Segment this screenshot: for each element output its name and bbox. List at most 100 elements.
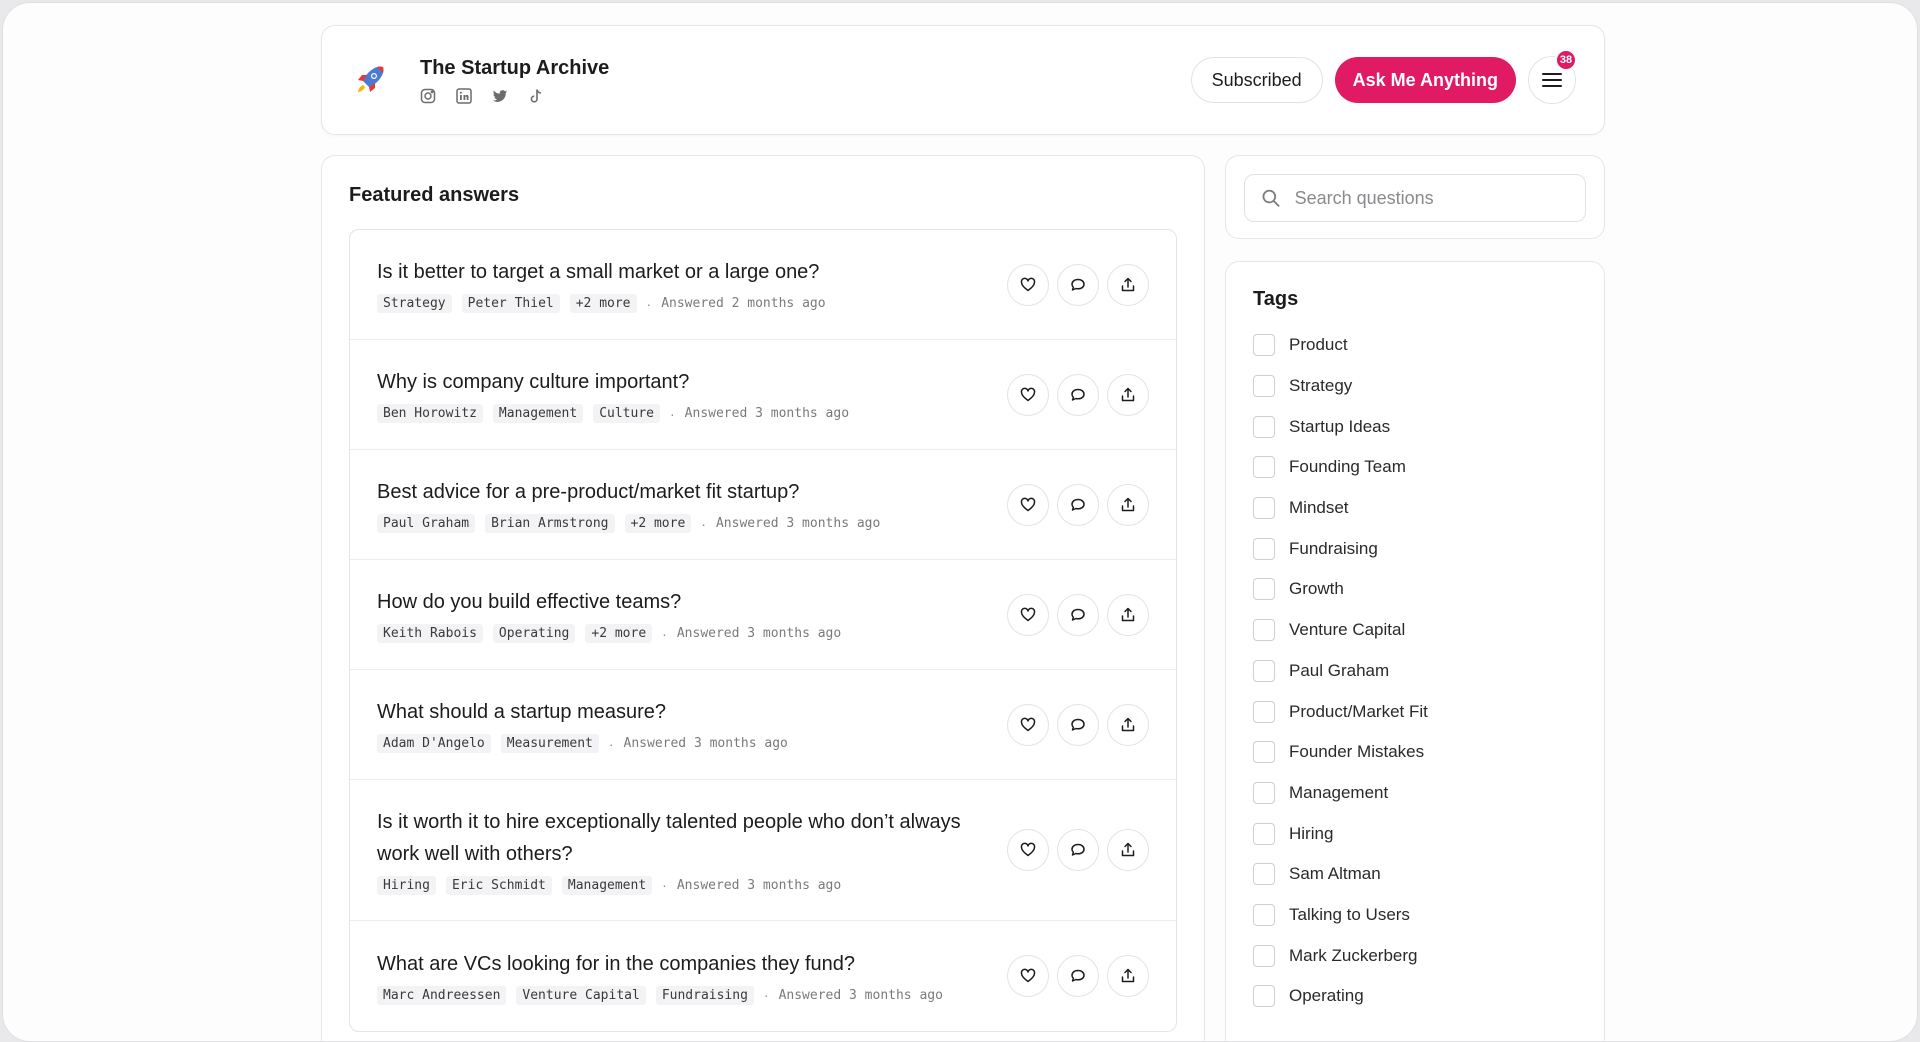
tag-filter-item[interactable]: Talking to Users (1253, 895, 1577, 936)
question-row[interactable]: How do you build effective teams? Keith R… (350, 560, 1176, 670)
comment-button[interactable] (1057, 373, 1099, 416)
question-tag[interactable]: Eric Schmidt (445, 875, 552, 895)
question-tag[interactable]: Peter Thiel (461, 294, 560, 313)
tag-checkbox[interactable] (1253, 578, 1275, 601)
like-button[interactable] (1007, 373, 1049, 416)
question-tag[interactable]: Strategy (377, 294, 452, 313)
like-button[interactable] (1007, 483, 1049, 526)
tiktok-icon[interactable] (528, 88, 544, 104)
question-row[interactable]: What are VCs looking for in the companie… (350, 921, 1176, 1031)
question-tag[interactable]: +2 more (585, 624, 653, 643)
question-tag[interactable]: Brian Armstrong (485, 514, 615, 533)
question-tag[interactable]: Fundraising (655, 985, 754, 1005)
tag-checkbox[interactable] (1253, 334, 1275, 357)
question-row[interactable]: What should a startup measure? Adam D'Ang… (350, 670, 1176, 780)
question-title[interactable]: Is it worth it to hire exceptionally tal… (377, 806, 997, 870)
tag-checkbox[interactable] (1253, 863, 1275, 886)
question-tag[interactable]: Management (561, 875, 653, 895)
tag-checkbox[interactable] (1253, 456, 1275, 479)
tag-filter-item[interactable]: Founder Mistakes (1253, 732, 1577, 773)
twitter-icon[interactable] (492, 88, 508, 104)
tag-checkbox[interactable] (1253, 822, 1275, 845)
like-button[interactable] (1007, 263, 1049, 306)
linkedin-icon[interactable] (456, 87, 472, 104)
share-button[interactable] (1107, 483, 1149, 526)
tag-filter-item[interactable]: Mark Zuckerberg (1253, 935, 1577, 976)
subscribed-button[interactable]: Subscribed (1190, 57, 1323, 103)
question-tag[interactable]: Venture Capital (516, 985, 646, 1005)
tag-checkbox[interactable] (1253, 741, 1275, 764)
tag-filter-item[interactable]: Venture Capital (1253, 610, 1577, 651)
site-header: The Startup Archive Subscribed Ask Me An… (321, 25, 1605, 135)
question-tag[interactable]: +2 more (569, 294, 637, 313)
tag-filter-item[interactable]: Startup Ideas (1253, 406, 1577, 447)
share-button[interactable] (1107, 593, 1149, 636)
question-title[interactable]: Why is company culture important? (377, 366, 997, 398)
tag-checkbox[interactable] (1253, 415, 1275, 438)
tag-filter-item[interactable]: Fundraising (1253, 528, 1577, 569)
tag-filter-item[interactable]: Strategy (1253, 366, 1577, 407)
tag-checkbox[interactable] (1253, 659, 1275, 682)
share-button[interactable] (1107, 263, 1149, 306)
question-tag[interactable]: Culture (593, 404, 660, 423)
tag-checkbox[interactable] (1253, 903, 1275, 926)
search-input[interactable] (1294, 187, 1569, 209)
tag-filter-item[interactable]: Product (1253, 325, 1577, 366)
question-title[interactable]: Best advice for a pre-product/market fit… (377, 476, 997, 508)
comment-button[interactable] (1057, 703, 1099, 746)
tag-filter-item[interactable]: Growth (1253, 569, 1577, 610)
tag-checkbox[interactable] (1253, 985, 1275, 1008)
question-row[interactable]: Why is company culture important? Ben Hor… (350, 340, 1176, 450)
question-tag[interactable]: Ben Horowitz (377, 404, 483, 423)
question-tag[interactable]: Measurement (500, 734, 599, 753)
question-tag[interactable]: Keith Rabois (377, 624, 483, 643)
like-button[interactable] (1007, 593, 1049, 636)
question-tag[interactable]: Operating (492, 624, 576, 643)
share-button[interactable] (1107, 829, 1149, 871)
tag-filter-item[interactable]: Founding Team (1253, 447, 1577, 488)
question-title[interactable]: What are VCs looking for in the companie… (377, 948, 997, 980)
ask-me-anything-button[interactable]: Ask Me Anything (1334, 57, 1516, 103)
comment-button[interactable] (1057, 955, 1099, 997)
like-button[interactable] (1007, 955, 1049, 997)
question-title[interactable]: How do you build effective teams? (377, 586, 997, 618)
instagram-icon[interactable] (420, 88, 436, 104)
share-button[interactable] (1107, 703, 1149, 746)
menu-button[interactable]: 38 (1528, 49, 1577, 104)
tag-filter-item[interactable]: Mindset (1253, 488, 1577, 529)
tag-filter-item[interactable]: Operating (1253, 976, 1577, 1017)
tag-filter-item[interactable]: Hiring (1253, 813, 1577, 854)
rocket-logo-icon[interactable] (350, 60, 390, 100)
question-row[interactable]: Is it worth it to hire exceptionally tal… (350, 780, 1176, 921)
tag-checkbox[interactable] (1253, 537, 1275, 560)
question-row[interactable]: Best advice for a pre-product/market fit… (350, 450, 1176, 560)
comment-button[interactable] (1057, 263, 1099, 306)
question-title[interactable]: Is it better to target a small market or… (377, 256, 997, 288)
like-button[interactable] (1007, 829, 1049, 871)
comment-button[interactable] (1057, 483, 1099, 526)
question-tag[interactable]: Marc Andreessen (377, 985, 507, 1005)
tag-checkbox[interactable] (1253, 781, 1275, 804)
tag-checkbox[interactable] (1253, 497, 1275, 520)
site-title[interactable]: The Startup Archive (420, 57, 609, 80)
tag-checkbox[interactable] (1253, 944, 1275, 967)
tag-filter-item[interactable]: Management (1253, 773, 1577, 814)
question-tag[interactable]: Management (492, 404, 584, 423)
comment-button[interactable] (1057, 829, 1099, 871)
like-button[interactable] (1007, 703, 1049, 746)
tag-filter-item[interactable]: Paul Graham (1253, 651, 1577, 692)
question-title[interactable]: What should a startup measure? (377, 696, 997, 728)
question-tag[interactable]: Adam D'Angelo (377, 734, 491, 753)
question-tag[interactable]: +2 more (624, 514, 692, 533)
tag-filter-item[interactable]: Product/Market Fit (1253, 691, 1577, 732)
question-row[interactable]: Is it better to target a small market or… (350, 230, 1176, 340)
tag-checkbox[interactable] (1253, 375, 1275, 398)
question-tag[interactable]: Paul Graham (377, 514, 476, 533)
share-button[interactable] (1107, 955, 1149, 997)
tag-filter-item[interactable]: Sam Altman (1253, 854, 1577, 895)
share-button[interactable] (1107, 373, 1149, 416)
tag-checkbox[interactable] (1253, 700, 1275, 723)
question-tag[interactable]: Hiring (377, 875, 436, 895)
tag-checkbox[interactable] (1253, 619, 1275, 642)
comment-button[interactable] (1057, 593, 1099, 636)
